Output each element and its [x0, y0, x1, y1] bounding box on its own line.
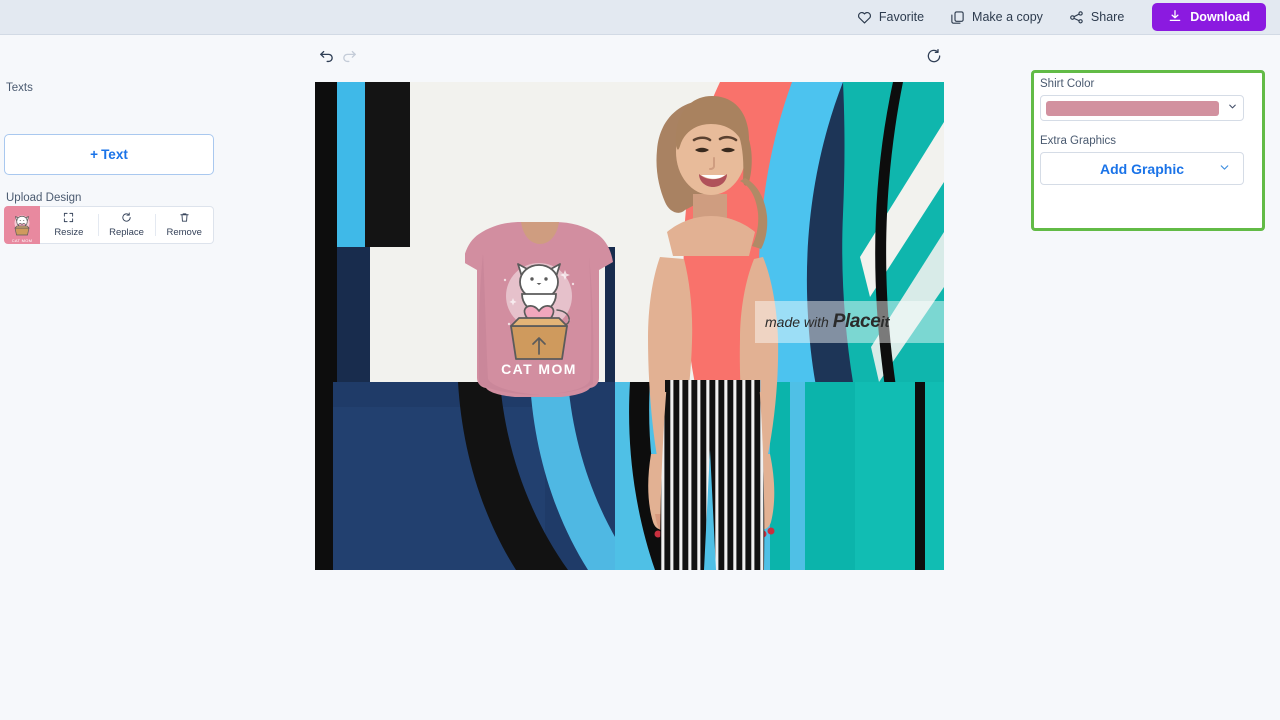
share-icon — [1069, 10, 1084, 25]
remove-button[interactable]: Remove — [155, 207, 213, 243]
refresh-button[interactable] — [923, 45, 945, 72]
upload-design-row: CAT MOM Resize Replace Remove — [4, 206, 214, 244]
replace-button[interactable]: Replace — [97, 207, 156, 243]
chevron-down-icon — [1227, 99, 1238, 117]
add-text-button[interactable]: + Text — [4, 134, 214, 175]
watermark-prefix: made with — [765, 314, 829, 330]
make-a-copy-label: Make a copy — [972, 10, 1043, 24]
top-bar: Favorite Make a copy Share Download — [0, 0, 1280, 35]
shirt-color-swatch — [1046, 100, 1219, 116]
favorite-label: Favorite — [878, 10, 925, 24]
add-graphic-button[interactable]: Add Graphic — [1040, 152, 1244, 185]
chevron-down-icon — [1218, 161, 1231, 177]
canvas-toolbar — [315, 35, 945, 82]
properties-panel: Shirt Color Extra Graphics Add Graphic — [1031, 70, 1265, 231]
favorite-button[interactable]: Favorite — [857, 10, 924, 24]
upload-design-section-label: Upload Design — [6, 192, 82, 204]
watermark-brand: Place — [832, 311, 881, 332]
texts-section-label: Texts — [6, 82, 33, 94]
copy-icon — [950, 10, 965, 25]
replace-icon — [121, 212, 132, 226]
resize-button[interactable]: Resize — [40, 207, 98, 243]
extra-graphics-label: Extra Graphics — [1040, 135, 1117, 147]
shirt-color-label: Shirt Color — [1040, 78, 1095, 90]
trash-icon — [179, 212, 190, 226]
download-button[interactable]: Download — [1152, 3, 1266, 31]
share-label: Share — [1090, 10, 1125, 24]
shirt-color-select[interactable] — [1040, 95, 1244, 121]
plus-icon: + — [90, 147, 99, 162]
resize-icon — [63, 212, 74, 226]
thumbnail-caption: CAT MOM — [11, 238, 33, 243]
make-a-copy-button[interactable]: Make a copy — [950, 10, 1043, 25]
resize-label: Resize — [54, 227, 84, 238]
add-text-label: Text — [101, 147, 128, 162]
replace-label: Replace — [109, 227, 144, 238]
upload-actions: Resize Replace Remove — [40, 206, 214, 244]
share-button[interactable]: Share — [1069, 10, 1124, 25]
left-sidebar: Texts + Text Upload Design CAT MOM Resiz… — [0, 35, 300, 720]
download-label: Download — [1190, 10, 1250, 24]
shirt-text: CAT MOM — [501, 361, 577, 376]
watermark-brand-suffix: it — [880, 313, 890, 331]
undo-button[interactable] — [315, 45, 338, 73]
add-graphic-label: Add Graphic — [1099, 160, 1184, 177]
placeit-watermark: made with Place it — [755, 301, 944, 343]
heart-icon — [857, 10, 872, 24]
redo-button[interactable] — [338, 45, 361, 73]
design-canvas[interactable]: CAT MOM made with Place it — [315, 82, 944, 570]
download-icon — [1168, 9, 1182, 26]
shirt-design-graphic[interactable]: CAT MOM — [497, 254, 581, 376]
remove-label: Remove — [166, 227, 202, 238]
design-thumbnail[interactable]: CAT MOM — [4, 206, 40, 244]
